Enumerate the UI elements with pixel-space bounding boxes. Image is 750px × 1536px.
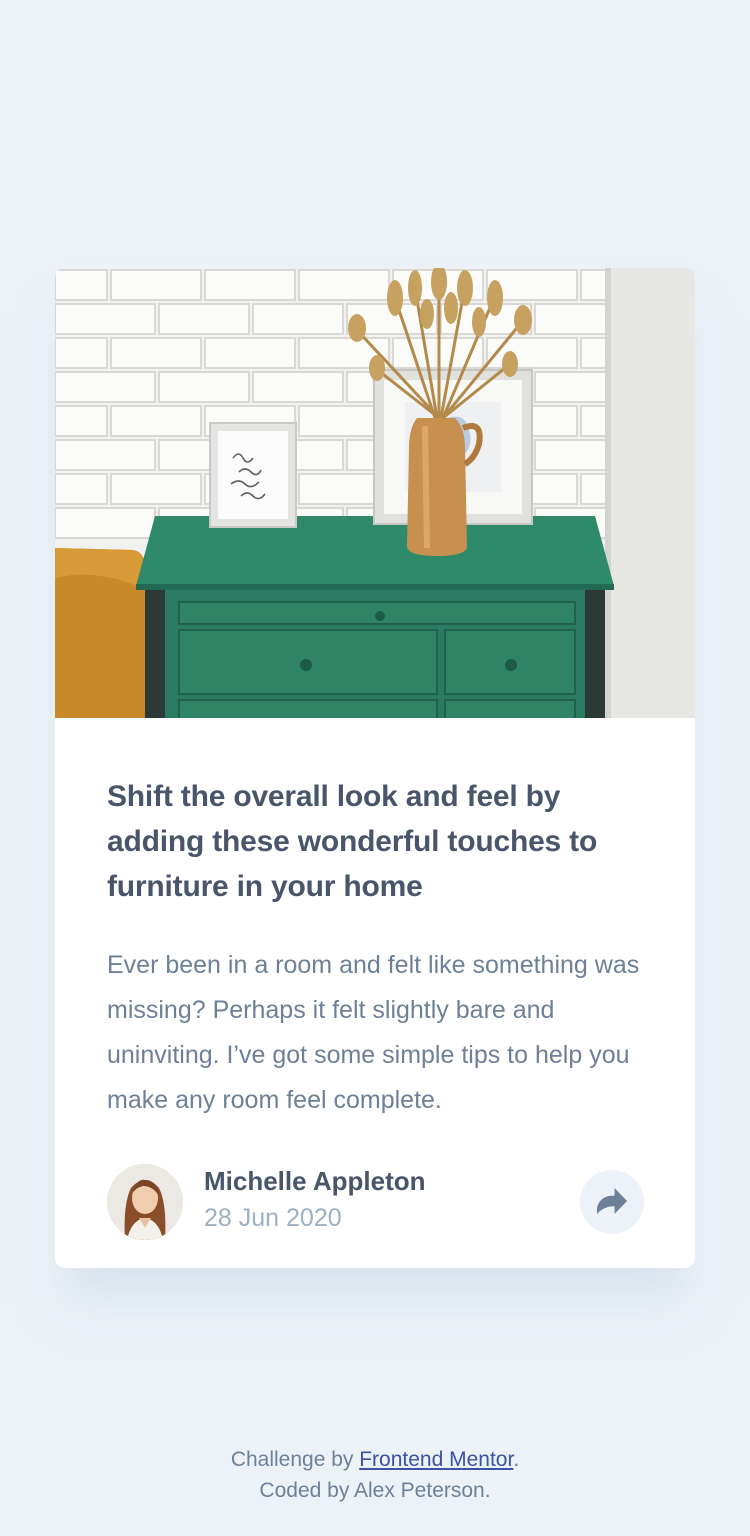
attribution-suffix: . [513,1448,520,1471]
article-card: Shift the overall look and feel by addin… [55,268,695,1268]
attribution: Challenge by Frontend Mentor. Coded by A… [0,1444,750,1506]
share-button[interactable] [580,1170,644,1234]
article-description: Ever been in a room and felt like someth… [107,951,640,1114]
frontend-mentor-link[interactable]: Frontend Mentor [359,1448,513,1471]
article-title: Shift the overall look and feel by addin… [107,780,598,903]
author-name: Michelle Appleton [204,1166,426,1196]
attribution-line-1: Challenge by Frontend Mentor. [0,1444,750,1475]
attribution-prefix: Challenge by [230,1448,360,1471]
drawer-image [55,268,695,718]
author-row: Michelle Appleton 28 Jun 2020 [107,1164,647,1240]
attribution-line-2: Coded by Alex Peterson. [259,1479,491,1502]
avatar [107,1164,183,1240]
share-icon [597,1187,627,1217]
card-content: Shift the overall look and feel by addin… [107,718,647,1123]
post-date: 28 Jun 2020 [204,1204,342,1232]
